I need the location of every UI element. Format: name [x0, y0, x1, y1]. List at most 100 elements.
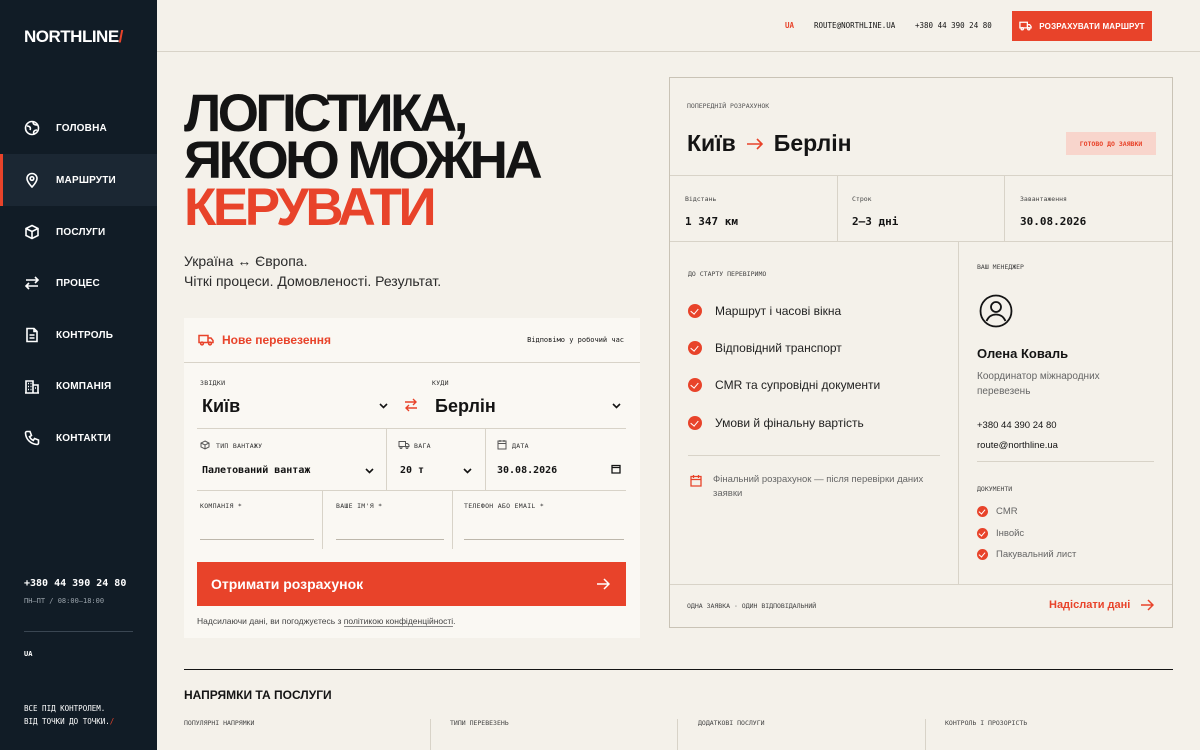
arrow-right-icon — [597, 578, 610, 590]
arrow-right-icon — [1141, 599, 1155, 611]
hero-subtitle: Україна ↔ Європа. Чіткі процеси. Домовле… — [184, 251, 441, 291]
divider — [977, 461, 1154, 462]
divider — [485, 428, 486, 490]
phone-icon — [24, 430, 40, 446]
manager-role: Координатор міжнародних перевезень — [977, 371, 1100, 397]
company-field[interactable] — [200, 539, 314, 540]
motto-line-1: ВСЕ ПІД КОНТРОЛЕМ. — [24, 704, 106, 713]
doc-icon — [26, 327, 38, 343]
logo[interactable]: NORTHLINE/ — [24, 27, 123, 47]
name-field[interactable] — [336, 539, 444, 540]
stat-loading-value: 30.08.2026 — [1020, 215, 1087, 228]
language-switch[interactable]: UA — [785, 21, 794, 30]
bottom-column: ПОПУЛЯРНІ НАПРЯМКИ — [184, 719, 254, 750]
to-label: КУДИ — [432, 379, 449, 387]
calculate-route-button[interactable]: РОЗРАХУВАТИ МАРШРУТ — [1012, 11, 1152, 41]
sidebar-item-label: МАРШРУТИ — [56, 174, 116, 186]
top-bar: UA ROUTE@NORTHLINE.UA +380 44 390 24 80 … — [157, 0, 1200, 52]
chevron-down-icon — [379, 403, 388, 409]
arrows-icon — [24, 276, 40, 290]
sidebar-hours: ПН–ПТ / 08:00–18:00 — [24, 597, 105, 605]
card-kicker: ПОПЕРЕДНІЙ РОЗРАХУНОК — [687, 102, 770, 110]
check-item: Маршрут і часові вікна — [688, 304, 841, 318]
route-to: Берлін — [773, 130, 852, 156]
column-label: КОНТРОЛЬ І ПРОЗОРІСТЬ — [945, 719, 1028, 727]
get-quote-button[interactable]: Отримати розрахунок — [197, 562, 626, 606]
submit-label: Отримати розрахунок — [211, 576, 364, 592]
hero-line-1: ЛОГІСТИКА, — [184, 84, 468, 143]
stat-distance-value: 1 347 км — [685, 215, 738, 228]
check-icon — [688, 378, 702, 392]
date-label: ДАТА — [512, 442, 529, 450]
checklist-kicker: ДО СТАРТУ ПЕРЕВІРИМО — [688, 270, 767, 278]
document-label: CMR — [996, 506, 1018, 517]
chevron-down-icon — [612, 403, 621, 409]
sidebar-item-label: ПРОЦЕС — [56, 277, 100, 289]
send-data-link[interactable]: Надіслати дані — [1049, 599, 1155, 611]
route-title: Київ Берлін — [687, 130, 852, 157]
from-value: Київ — [202, 396, 241, 416]
calendar-icon — [690, 475, 702, 487]
sidebar-item-routes[interactable]: МАРШРУТИ — [0, 154, 157, 206]
divider — [322, 490, 323, 549]
sidebar-item-label: ПОСЛУГИ — [56, 226, 106, 238]
sidebar-item-services[interactable]: ПОСЛУГИ — [0, 206, 157, 258]
divider — [452, 490, 453, 549]
send-data-label: Надіслати дані — [1049, 599, 1131, 611]
document-label: Інвойс — [996, 528, 1025, 539]
sidebar-item-label: КОНТАКТИ — [56, 432, 112, 444]
consent-prefix: Надсилаючи дані, ви погоджуєтесь з — [197, 616, 344, 626]
card-footer-note: ОДНА ЗАЯВКА · ОДИН ВІДПОВІДАЛЬНИЙ — [687, 602, 817, 610]
sidebar-item-label: КОМПАНІЯ — [56, 380, 112, 392]
motto-line-2: ВІД ТОЧКИ ДО ТОЧКИ. — [24, 717, 110, 726]
weight-value: 20 т — [400, 465, 425, 476]
sidebar-item-label: ГОЛОВНА — [56, 122, 107, 134]
sidebar-item-company[interactable]: КОМПАНІЯ — [0, 360, 157, 412]
sidebar-language[interactable]: UA — [24, 650, 32, 658]
column-label: ПОПУЛЯРНІ НАПРЯМКИ — [184, 719, 255, 727]
documents-kicker: ДОКУМЕНТИ — [977, 485, 1013, 493]
privacy-policy-link[interactable]: політикою конфіденційності — [343, 616, 454, 627]
truck-icon — [398, 441, 410, 449]
logo-slash: / — [118, 27, 124, 46]
manager-phone[interactable]: +380 44 390 24 80 — [977, 420, 1057, 431]
truck-icon — [198, 334, 214, 346]
check-icon — [977, 528, 988, 539]
sidebar-motto: ВСЕ ПІД КОНТРОЛЕМ. ВІД ТОЧКИ ДО ТОЧКИ./ — [24, 702, 114, 728]
section-title: НАПРЯМКИ ТА ПОСЛУГИ — [184, 688, 332, 702]
divider — [1004, 175, 1005, 241]
swap-icon[interactable] — [404, 398, 418, 412]
avatar — [979, 294, 1013, 328]
shipment-form: Нове перевезення Відповімо у робочий час… — [184, 318, 640, 638]
route-from: Київ — [687, 130, 736, 156]
check-label: Умови й фінальну вартість — [715, 416, 864, 430]
subtitle-line-1: Україна ↔ Європа. — [184, 253, 308, 269]
sidebar-item-control[interactable]: КОНТРОЛЬ — [0, 309, 157, 361]
bottom-column: ТИПИ ПЕРЕВЕЗЕНЬ — [430, 719, 509, 750]
column-label: ДОДАТКОВІ ПОСЛУГИ — [698, 719, 765, 727]
estimate-card: ПОПЕРЕДНІЙ РОЗРАХУНОК Київ Берлін ГОТОВО… — [669, 77, 1173, 628]
weight-label: ВАГА — [414, 442, 431, 450]
top-email-link[interactable]: ROUTE@NORTHLINE.UA — [814, 21, 895, 30]
manager-email[interactable]: route@northline.ua — [977, 440, 1058, 451]
box-icon — [25, 224, 39, 240]
sidebar-phone[interactable]: +380 44 390 24 80 — [24, 578, 126, 589]
sidebar-item-contacts[interactable]: КОНТАКТИ — [0, 412, 157, 464]
contact-field[interactable] — [464, 539, 624, 540]
cargo-value: Палетований вантаж — [202, 465, 311, 476]
check-icon — [688, 416, 702, 430]
sidebar-item-home[interactable]: ГОЛОВНА — [0, 102, 157, 154]
divider — [197, 490, 626, 491]
company-label: КОМПАНІЯ * — [200, 502, 243, 510]
divider — [837, 175, 838, 241]
calendar-icon — [497, 440, 507, 450]
chevron-down-icon — [365, 468, 374, 474]
calendar-picker-icon[interactable] — [611, 464, 621, 474]
check-label: Відповідний транспорт — [715, 341, 842, 355]
document-label: Пакувальний лист — [996, 549, 1077, 560]
sidebar-item-process[interactable]: ПРОЦЕС — [0, 257, 157, 309]
top-phone-link[interactable]: +380 44 390 24 80 — [915, 21, 992, 30]
subtitle-line-2: Чіткі процеси. Домовленості. Результат. — [184, 273, 442, 289]
check-label: CMR та супровідні документи — [715, 378, 881, 392]
hero-line-2: ЯКОЮ МОЖНА — [184, 131, 543, 190]
